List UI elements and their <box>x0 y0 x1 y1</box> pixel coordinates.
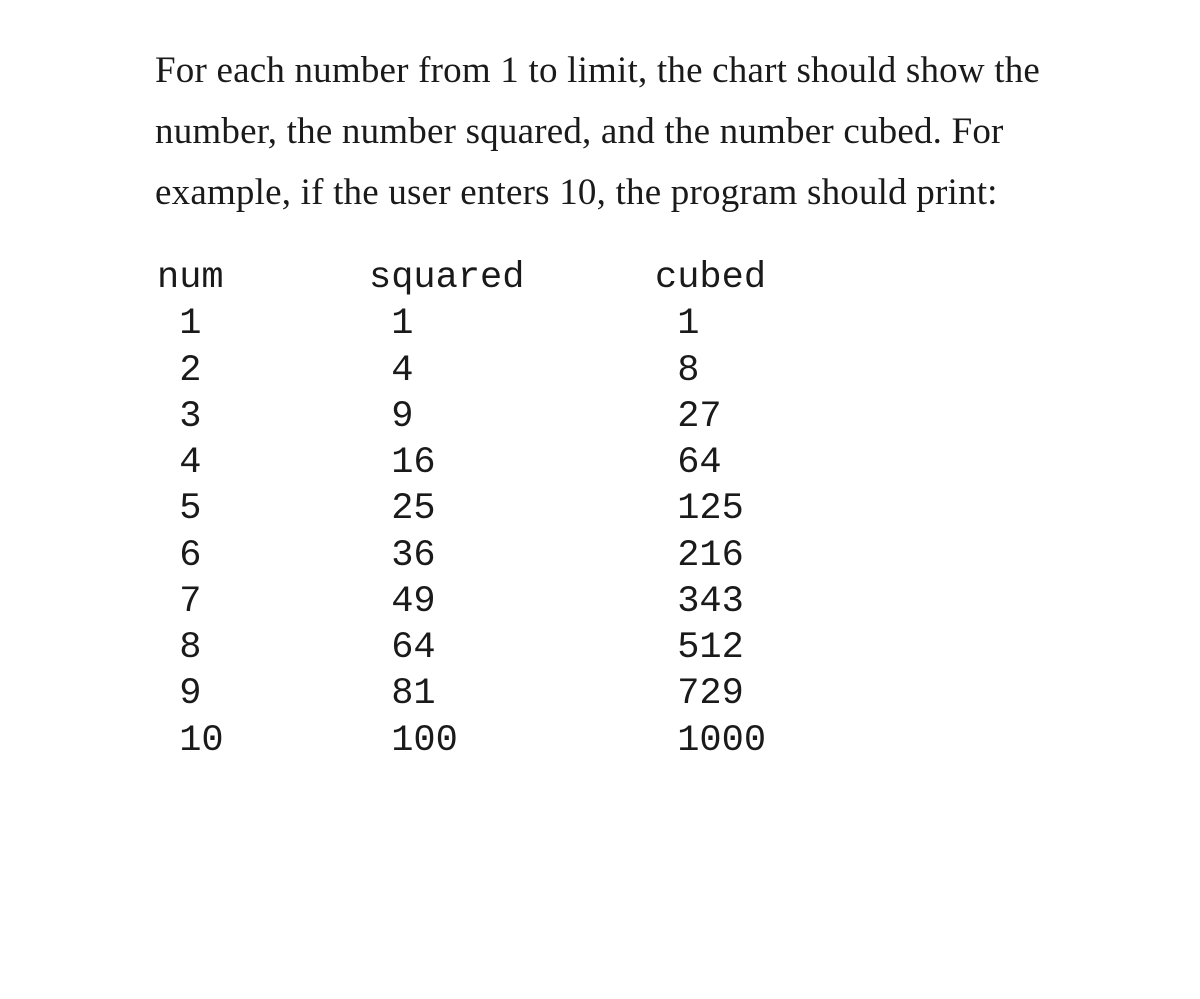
header-squared: squared <box>369 255 655 301</box>
table-row: 4 16 64 <box>157 440 1060 486</box>
table-row: 8 64 512 <box>157 625 1060 671</box>
cell-cubed: 27 <box>655 394 1060 440</box>
table-row: 10 100 1000 <box>157 718 1060 764</box>
cell-cubed: 1000 <box>655 718 1060 764</box>
header-num: num <box>157 255 369 301</box>
cell-squared: 4 <box>369 348 655 394</box>
cell-num: 1 <box>157 301 369 347</box>
table-row: 2 4 8 <box>157 348 1060 394</box>
table-row: 3 9 27 <box>157 394 1060 440</box>
cell-cubed: 343 <box>655 579 1060 625</box>
cell-cubed: 512 <box>655 625 1060 671</box>
cell-squared: 100 <box>369 718 655 764</box>
cell-cubed: 64 <box>655 440 1060 486</box>
cell-num: 9 <box>157 671 369 717</box>
cell-num: 6 <box>157 533 369 579</box>
table-row: 9 81 729 <box>157 671 1060 717</box>
cell-squared: 81 <box>369 671 655 717</box>
cell-cubed: 1 <box>655 301 1060 347</box>
cell-num: 4 <box>157 440 369 486</box>
table-row: 5 25 125 <box>157 486 1060 532</box>
output-table: num squared cubed 1 1 1 2 4 8 3 9 27 4 1… <box>155 255 1060 764</box>
cell-squared: 49 <box>369 579 655 625</box>
cell-num: 7 <box>157 579 369 625</box>
cell-cubed: 8 <box>655 348 1060 394</box>
cell-num: 8 <box>157 625 369 671</box>
cell-num: 10 <box>157 718 369 764</box>
cell-squared: 36 <box>369 533 655 579</box>
cell-squared: 25 <box>369 486 655 532</box>
table-row: 7 49 343 <box>157 579 1060 625</box>
cell-squared: 64 <box>369 625 655 671</box>
cell-squared: 16 <box>369 440 655 486</box>
description-text: For each number from 1 to limit, the cha… <box>155 40 1060 223</box>
table-row: 6 36 216 <box>157 533 1060 579</box>
cell-cubed: 216 <box>655 533 1060 579</box>
cell-squared: 9 <box>369 394 655 440</box>
cell-num: 2 <box>157 348 369 394</box>
header-cubed: cubed <box>655 255 1060 301</box>
cell-num: 5 <box>157 486 369 532</box>
table-header-row: num squared cubed <box>157 255 1060 301</box>
table-row: 1 1 1 <box>157 301 1060 347</box>
cell-num: 3 <box>157 394 369 440</box>
cell-squared: 1 <box>369 301 655 347</box>
cell-cubed: 125 <box>655 486 1060 532</box>
cell-cubed: 729 <box>655 671 1060 717</box>
